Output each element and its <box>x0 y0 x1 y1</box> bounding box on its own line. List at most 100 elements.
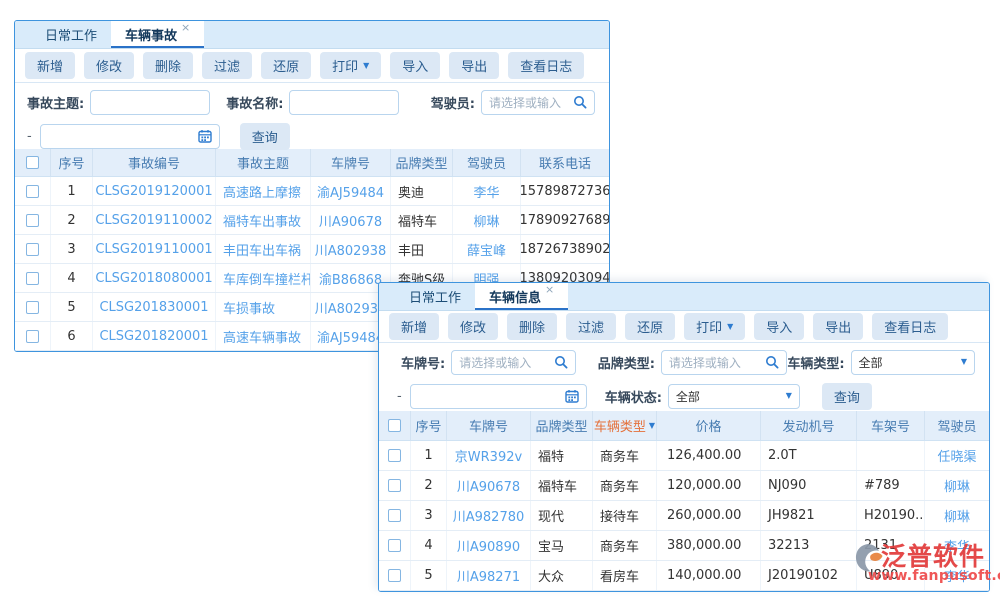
cell-code[interactable]: CLSG201820001 <box>93 322 216 350</box>
toolbar-button-新增[interactable]: 新增 <box>25 52 75 79</box>
cell-plate[interactable]: 渝AJ59484 <box>311 177 391 205</box>
column-header[interactable]: 车牌号 <box>447 411 531 440</box>
calendar-icon[interactable] <box>198 129 212 143</box>
column-header[interactable]: 联系电话 <box>521 149 609 176</box>
toolbar-button-导出[interactable]: 导出 <box>449 52 499 79</box>
column-header[interactable]: 事故编号 <box>93 149 216 176</box>
toolbar-button-新增[interactable]: 新增 <box>389 313 439 340</box>
select-all-checkbox[interactable] <box>26 156 39 169</box>
toolbar-button-删除[interactable]: 删除 <box>143 52 193 79</box>
column-header[interactable]: 驾驶员 <box>925 411 989 440</box>
vehicle-status-select[interactable]: 全部 ▼ <box>668 384 800 409</box>
cell-driver[interactable]: 李华 <box>925 531 989 560</box>
tab-车辆事故[interactable]: 车辆事故× <box>111 21 204 48</box>
tab-车辆信息[interactable]: 车辆信息× <box>475 283 568 310</box>
search-icon[interactable] <box>573 95 587 109</box>
brand-input[interactable]: 请选择或输入 <box>661 350 787 375</box>
column-header[interactable]: 车牌号 <box>311 149 391 176</box>
row-checkbox[interactable] <box>26 272 39 285</box>
sort-caret-icon[interactable]: ▼ <box>649 422 655 430</box>
cell-subject[interactable]: 福特车出事故 <box>216 206 311 234</box>
toolbar-button-修改[interactable]: 修改 <box>448 313 498 340</box>
row-checkbox[interactable] <box>388 509 401 522</box>
table-row[interactable]: 2川A90678福特车商务车120,000.00NJ090#789柳琳 <box>379 471 989 501</box>
query-button[interactable]: 查询 <box>240 123 290 150</box>
column-header[interactable]: 车辆类型▼ <box>593 411 657 440</box>
toolbar-button-过滤[interactable]: 过滤 <box>566 313 616 340</box>
tab-日常工作[interactable]: 日常工作 <box>31 21 111 48</box>
toolbar-button-查看日志[interactable]: 查看日志 <box>508 52 584 79</box>
driver-input[interactable]: 请选择或输入 <box>481 90 595 115</box>
table-row[interactable]: 5川A98271大众看房车140,000.00J20190102U890李华 <box>379 561 989 591</box>
toolbar-button-还原[interactable]: 还原 <box>261 52 311 79</box>
column-header[interactable]: 序号 <box>51 149 93 176</box>
row-checkbox[interactable] <box>26 301 39 314</box>
toolbar-button-打印[interactable]: 打印▼ <box>320 52 381 79</box>
column-header[interactable]: 价格 <box>657 411 761 440</box>
toolbar-button-删除[interactable]: 删除 <box>507 313 557 340</box>
close-icon[interactable]: × <box>181 21 190 34</box>
cell-driver[interactable]: 柳琳 <box>925 501 989 530</box>
toolbar-button-导入[interactable]: 导入 <box>390 52 440 79</box>
table-row[interactable]: 3CLSG2019110001丰田车出车祸川A802938丰田薛宝峰187267… <box>15 235 609 264</box>
row-checkbox[interactable] <box>388 479 401 492</box>
table-row[interactable]: 1京WR392v福特商务车126,400.002.0T任晓渠 <box>379 441 989 471</box>
date-input[interactable] <box>40 124 220 149</box>
cell-driver[interactable]: 薛宝峰 <box>453 235 521 263</box>
select-all-checkbox[interactable] <box>388 419 401 432</box>
toolbar-button-打印[interactable]: 打印▼ <box>684 313 745 340</box>
column-header[interactable]: 事故主题 <box>216 149 311 176</box>
table-row[interactable]: 4川A90890宝马商务车380,000.00322132131李华 <box>379 531 989 561</box>
toolbar-button-过滤[interactable]: 过滤 <box>202 52 252 79</box>
column-header[interactable]: 序号 <box>411 411 447 440</box>
column-header[interactable]: 驾驶员 <box>453 149 521 176</box>
table-row[interactable]: 2CLSG2019110002福特车出事故川A90678福特车柳琳1789092… <box>15 206 609 235</box>
column-header[interactable]: 品牌类型 <box>531 411 593 440</box>
cell-plate[interactable]: 川A982780 <box>447 501 531 530</box>
cell-code[interactable]: CLSG2019110002 <box>93 206 216 234</box>
cell-driver[interactable]: 李华 <box>925 561 989 590</box>
cell-subject[interactable]: 高速车辆事故 <box>216 322 311 350</box>
cell-plate[interactable]: 川A90678 <box>447 471 531 500</box>
tab-日常工作[interactable]: 日常工作 <box>395 283 475 310</box>
plate-input[interactable]: 请选择或输入 <box>451 350 576 375</box>
search-icon[interactable] <box>554 355 568 369</box>
query-button[interactable]: 查询 <box>822 383 872 410</box>
cell-driver[interactable]: 李华 <box>453 177 521 205</box>
cell-plate[interactable]: 川A98271 <box>447 561 531 590</box>
cell-code[interactable]: CLSG2018080001 <box>93 264 216 292</box>
table-row[interactable]: 3川A982780现代接待车260,000.00JH9821H20190...柳… <box>379 501 989 531</box>
cell-driver[interactable]: 柳琳 <box>925 471 989 500</box>
vehicle-type-select[interactable]: 全部 ▼ <box>851 350 976 375</box>
cell-code[interactable]: CLSG201830001 <box>93 293 216 321</box>
row-checkbox[interactable] <box>388 569 401 582</box>
column-header[interactable]: 品牌类型 <box>391 149 453 176</box>
cell-subject[interactable]: 高速路上摩擦 <box>216 177 311 205</box>
date-input[interactable] <box>410 384 587 409</box>
table-row[interactable]: 1CLSG2019120001高速路上摩擦渝AJ59484奥迪李华1578987… <box>15 177 609 206</box>
cell-plate[interactable]: 川A802938 <box>311 235 391 263</box>
row-checkbox[interactable] <box>26 214 39 227</box>
cell-subject[interactable]: 车损事故 <box>216 293 311 321</box>
cell-driver[interactable]: 任晓渠 <box>925 441 989 470</box>
subject-input[interactable] <box>90 90 210 115</box>
toolbar-button-还原[interactable]: 还原 <box>625 313 675 340</box>
cell-subject[interactable]: 车库倒车撞栏杆 <box>216 264 311 292</box>
name-input[interactable] <box>289 90 399 115</box>
cell-plate[interactable]: 川A90678 <box>311 206 391 234</box>
calendar-icon[interactable] <box>565 389 579 403</box>
column-header[interactable]: 车架号 <box>857 411 925 440</box>
cell-code[interactable]: CLSG2019120001 <box>93 177 216 205</box>
row-checkbox[interactable] <box>26 243 39 256</box>
cell-driver[interactable]: 柳琳 <box>453 206 521 234</box>
toolbar-button-导出[interactable]: 导出 <box>813 313 863 340</box>
row-checkbox[interactable] <box>26 185 39 198</box>
cell-code[interactable]: CLSG2019110001 <box>93 235 216 263</box>
toolbar-button-导入[interactable]: 导入 <box>754 313 804 340</box>
column-header[interactable]: 发动机号 <box>761 411 857 440</box>
row-checkbox[interactable] <box>388 449 401 462</box>
row-checkbox[interactable] <box>26 330 39 343</box>
cell-plate[interactable]: 川A90890 <box>447 531 531 560</box>
toolbar-button-修改[interactable]: 修改 <box>84 52 134 79</box>
chevron-down-icon[interactable]: ▼ <box>961 358 967 366</box>
